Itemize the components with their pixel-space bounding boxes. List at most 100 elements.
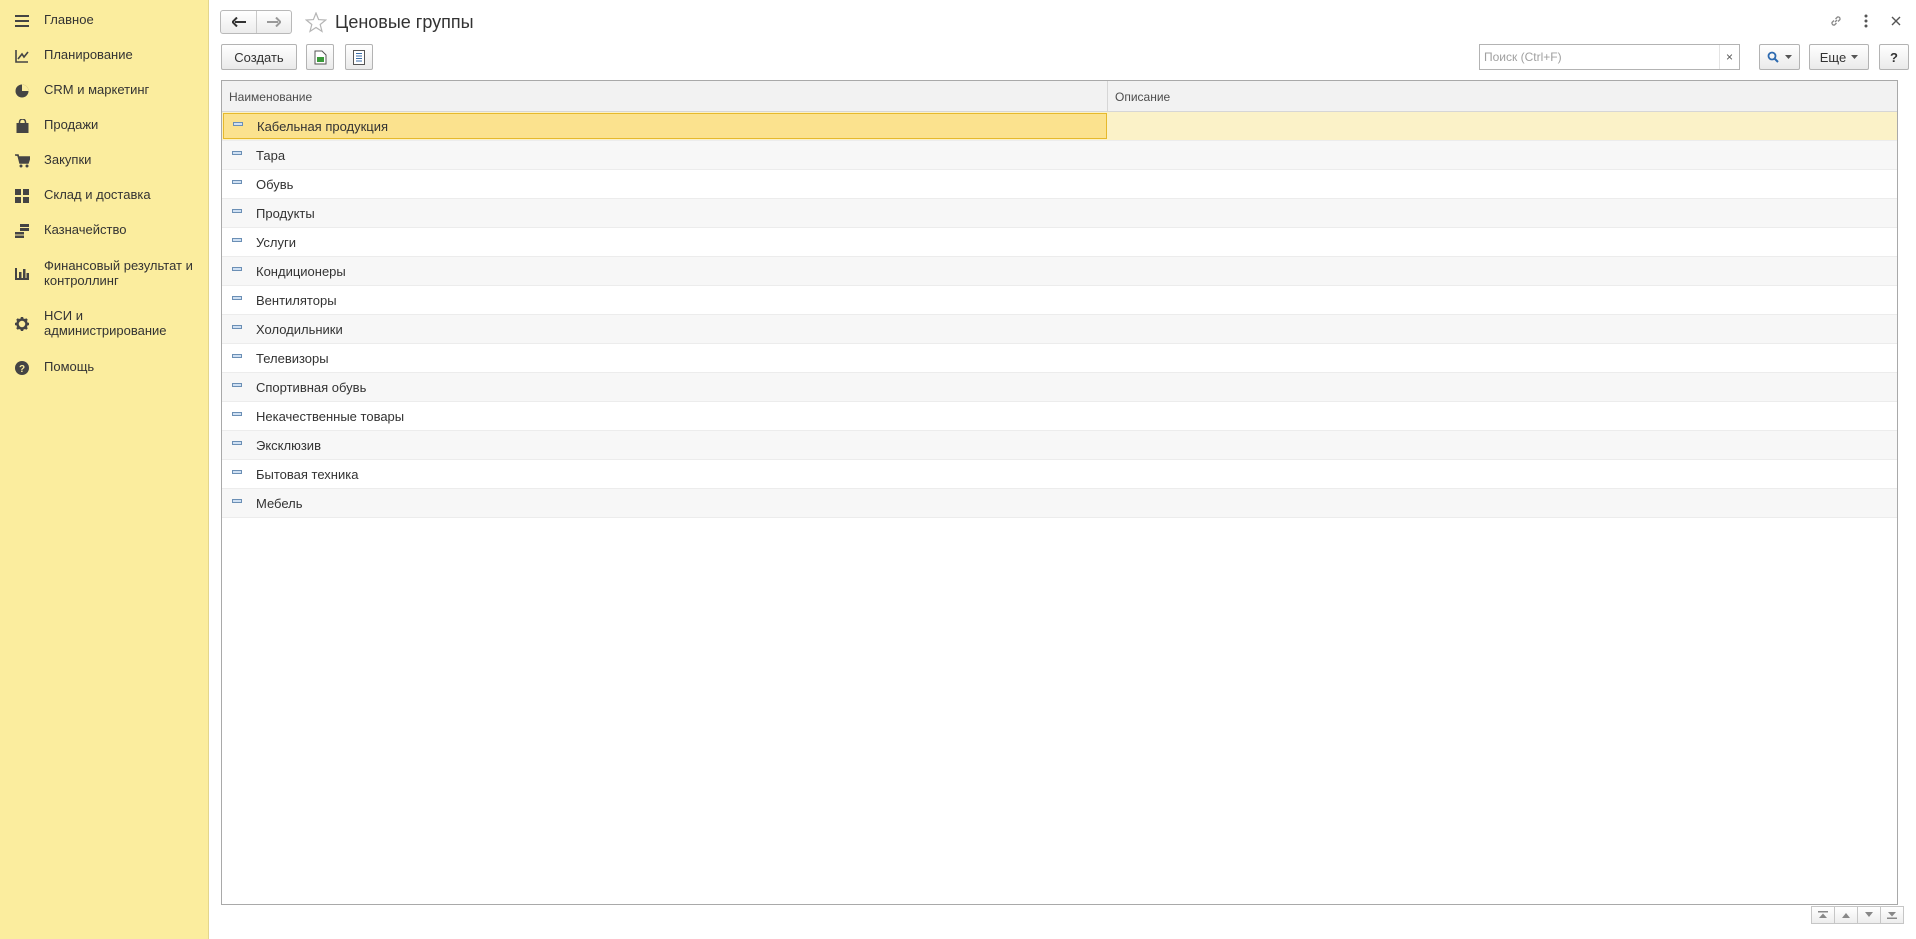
table-row[interactable]: Эксклюзив	[222, 431, 1897, 460]
more-button-label: Еще	[1819, 49, 1847, 65]
cell-name[interactable]: Продукты	[222, 199, 1108, 227]
cell-name[interactable]: Кабельная продукция	[223, 113, 1107, 139]
table-row[interactable]: Спортивная обувь	[222, 373, 1897, 402]
item-dash-icon	[232, 296, 242, 300]
item-dash-icon	[232, 499, 242, 503]
cell-name[interactable]: Телевизоры	[222, 344, 1108, 372]
table-row[interactable]: Услуги	[222, 228, 1897, 257]
cell-name[interactable]: Мебель	[222, 489, 1108, 517]
create-button[interactable]: Создать	[221, 44, 297, 70]
sidebar-item-finance[interactable]: Финансовый результат и контроллинг	[0, 258, 216, 288]
table-header: Наименование Описание	[222, 81, 1897, 112]
cell-description[interactable]	[1108, 460, 1897, 488]
item-dash-icon	[232, 412, 242, 416]
cell-name-text: Обувь	[256, 176, 294, 192]
list-settings-button[interactable]	[345, 44, 373, 70]
table-row[interactable]: Холодильники	[222, 315, 1897, 344]
cell-name[interactable]: Кондиционеры	[222, 257, 1108, 285]
close-icon[interactable]	[1888, 12, 1904, 30]
sidebar-item-main[interactable]: Главное	[0, 12, 106, 29]
cell-description[interactable]	[1107, 112, 1897, 140]
cell-description[interactable]	[1108, 228, 1897, 256]
arrow-right-icon	[267, 17, 281, 27]
table-row[interactable]: Телевизоры	[222, 344, 1897, 373]
column-header-description[interactable]: Описание	[1108, 81, 1897, 112]
excel-export-button[interactable]	[306, 44, 334, 70]
sidebar-item-treasury[interactable]: Казначейство	[0, 222, 138, 239]
arrow-down-icon	[1865, 912, 1873, 917]
cell-name[interactable]: Эксклюзив	[222, 431, 1108, 459]
cell-name[interactable]: Некачественные товары	[222, 402, 1108, 430]
sidebar-item-sales[interactable]: Продажи	[0, 117, 110, 134]
cell-description[interactable]	[1108, 286, 1897, 314]
sidebar-item-admin[interactable]: НСИ и администрирование	[0, 308, 186, 338]
forward-button[interactable]	[256, 11, 291, 33]
sidebar-item-planning[interactable]: Планирование	[0, 47, 145, 64]
back-button[interactable]	[221, 11, 256, 33]
chevron-down-icon	[1851, 55, 1859, 59]
cell-description[interactable]	[1108, 257, 1897, 285]
link-icon[interactable]	[1828, 12, 1844, 30]
search-clear-button[interactable]: ×	[1719, 45, 1739, 69]
more-vertical-icon[interactable]	[1858, 12, 1874, 30]
cell-name-text: Спортивная обувь	[256, 379, 367, 395]
arrow-up-icon	[1842, 913, 1850, 918]
scroll-down-button[interactable]	[1857, 906, 1881, 924]
cell-description[interactable]	[1108, 489, 1897, 517]
item-dash-icon	[232, 151, 242, 155]
item-dash-icon	[233, 122, 243, 126]
sidebar-item-help[interactable]: ? Помощь	[0, 359, 106, 376]
shopping-bag-icon	[14, 118, 30, 134]
list-document-icon	[353, 49, 365, 65]
more-button[interactable]: Еще	[1809, 44, 1869, 70]
cell-description[interactable]	[1108, 170, 1897, 198]
search-options-button[interactable]	[1759, 44, 1800, 70]
cell-description[interactable]	[1108, 315, 1897, 343]
menu-icon	[14, 13, 30, 29]
table-row[interactable]: Мебель	[222, 489, 1897, 518]
cart-icon	[14, 153, 30, 169]
cell-name-text: Кондиционеры	[256, 263, 346, 279]
cell-description[interactable]	[1108, 141, 1897, 169]
table-row[interactable]: Бытовая техника	[222, 460, 1897, 489]
cell-description[interactable]	[1108, 199, 1897, 227]
table-row[interactable]: Кабельная продукция	[222, 112, 1897, 141]
cell-name[interactable]: Спортивная обувь	[222, 373, 1108, 401]
cell-name[interactable]: Бытовая техника	[222, 460, 1108, 488]
scroll-up-button[interactable]	[1834, 906, 1858, 924]
cell-name[interactable]: Обувь	[222, 170, 1108, 198]
chevron-down-icon	[1785, 55, 1792, 59]
scroll-last-button[interactable]	[1880, 906, 1904, 924]
table-row[interactable]: Продукты	[222, 199, 1897, 228]
help-button[interactable]: ?	[1879, 44, 1909, 70]
favorite-star-icon[interactable]	[304, 10, 328, 34]
column-header-name[interactable]: Наименование	[222, 81, 1108, 112]
table-row[interactable]: Кондиционеры	[222, 257, 1897, 286]
table-row[interactable]: Вентиляторы	[222, 286, 1897, 315]
search-input[interactable]	[1480, 46, 1720, 68]
cell-name[interactable]: Вентиляторы	[222, 286, 1108, 314]
cell-name[interactable]: Холодильники	[222, 315, 1108, 343]
cell-description[interactable]	[1108, 402, 1897, 430]
sidebar: Главное Планирование CRM и маркетинг Про…	[0, 0, 209, 939]
cell-name[interactable]: Услуги	[222, 228, 1108, 256]
cell-name[interactable]: Тара	[222, 141, 1108, 169]
cell-description[interactable]	[1108, 344, 1897, 372]
cell-name-text: Тара	[256, 147, 286, 163]
sidebar-item-warehouse[interactable]: Склад и доставка	[0, 187, 163, 204]
coins-icon	[14, 223, 30, 239]
table-row[interactable]: Обувь	[222, 170, 1897, 199]
sidebar-item-label: Финансовый результат и контроллинг	[44, 258, 193, 288]
sidebar-item-label: Помощь	[44, 359, 95, 374]
table-row[interactable]: Тара	[222, 141, 1897, 170]
scroll-first-button[interactable]	[1811, 906, 1835, 924]
pie-chart-icon	[14, 83, 30, 99]
cell-description[interactable]	[1108, 373, 1897, 401]
cell-description[interactable]	[1108, 431, 1897, 459]
item-dash-icon	[232, 325, 242, 329]
sidebar-item-crm[interactable]: CRM и маркетинг	[0, 82, 161, 99]
sidebar-item-label: Казначейство	[44, 222, 127, 237]
table-row[interactable]: Некачественные товары	[222, 402, 1897, 431]
sidebar-item-purchases[interactable]: Закупки	[0, 152, 103, 169]
cell-name-text: Продукты	[256, 205, 315, 221]
